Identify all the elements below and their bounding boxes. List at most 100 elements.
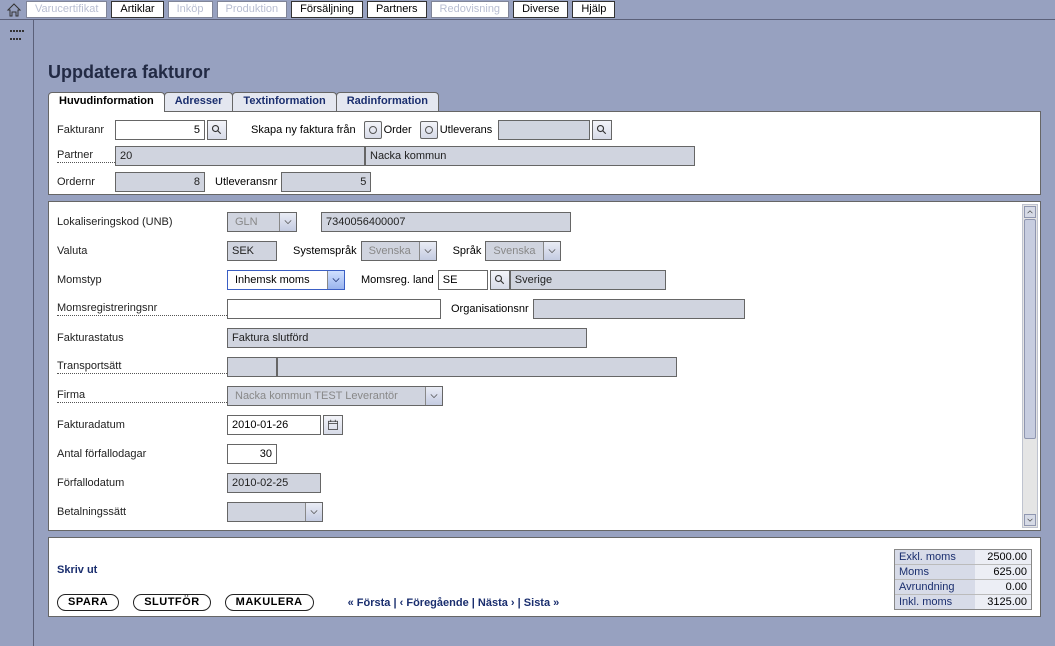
chevron-down-icon [279, 213, 296, 231]
utleverans-label: Utleverans [440, 124, 493, 136]
skapa-ny-faktura-label: Skapa ny faktura från [251, 124, 356, 136]
sprak-label: Språk [453, 245, 482, 257]
fakturastatus [227, 328, 587, 348]
sprak-select: Svenska [485, 241, 561, 261]
scroll-thumb[interactable] [1024, 219, 1036, 439]
transportsatt-code [227, 357, 277, 377]
ordernr [115, 172, 205, 192]
valuta [227, 241, 277, 261]
utleverans-value [498, 120, 590, 140]
systemsprak-label: Systemspråk [293, 245, 357, 257]
footer-panel: Skriv ut SPARA SLUTFÖR MAKULERA « Första… [48, 537, 1041, 617]
order-label: Order [384, 124, 412, 136]
lokaliseringskod-label: Lokaliseringskod (UNB) [57, 216, 227, 228]
totals-exkl-value: 2500.00 [975, 550, 1031, 565]
calendar-icon[interactable] [323, 415, 343, 435]
menu-partners[interactable]: Partners [367, 1, 427, 18]
chevron-down-icon[interactable] [305, 503, 322, 521]
main-panel: Lokaliseringskod (UNB) GLN Valuta System… [48, 201, 1041, 531]
chevron-down-icon [543, 242, 560, 260]
page-title: Uppdatera fakturor [48, 62, 1045, 83]
scroll-down-icon[interactable] [1024, 514, 1036, 526]
fakturanr-input[interactable] [115, 120, 205, 140]
workarea: Uppdatera fakturor Huvudinformation Adre… [34, 20, 1055, 646]
menu-diverse[interactable]: Diverse [513, 1, 568, 18]
momsregnr-input[interactable] [227, 299, 441, 319]
momsreg-land-search-icon[interactable] [490, 270, 510, 290]
partner-id [115, 146, 365, 166]
systemsprak-select: Svenska [361, 241, 437, 261]
tab-adresser[interactable]: Adresser [164, 92, 234, 112]
makulera-button[interactable]: MAKULERA [225, 594, 314, 611]
grip-icon[interactable] [10, 30, 24, 44]
antal-forfallo-label: Antal förfallodagar [57, 448, 227, 460]
menu-forsaljning[interactable]: Försäljning [291, 1, 363, 18]
tab-huvudinformation[interactable]: Huvudinformation [48, 92, 165, 112]
menu-redovisning: Redovisning [431, 1, 510, 18]
radio-utleverans[interactable] [420, 121, 438, 139]
left-sidebar [0, 20, 34, 646]
fakturanr-search-icon[interactable] [207, 120, 227, 140]
top-menubar: Varucertifikat Artiklar Inköp Produktion… [0, 0, 1055, 20]
pager-last[interactable]: Sista [524, 597, 550, 609]
chevron-down-icon[interactable] [327, 271, 344, 289]
momsreg-land-label: Momsreg. land [361, 274, 434, 286]
ordernr-label: Ordernr [57, 176, 115, 188]
tab-radinformation[interactable]: Radinformation [336, 92, 439, 112]
chevron-down-icon [425, 387, 442, 405]
totals-avrund-value: 0.00 [975, 580, 1031, 595]
scroll-up-icon[interactable] [1024, 206, 1036, 218]
spara-button[interactable]: SPARA [57, 594, 119, 611]
betalningssatt-select[interactable] [227, 502, 323, 522]
momstyp-label: Momstyp [57, 274, 227, 286]
utleveransnr [281, 172, 371, 192]
utleveransnr-label: Utleveransnr [215, 176, 277, 188]
momsregnr-label: Momsregistreringsnr [57, 302, 227, 316]
firma-label: Firma [57, 389, 227, 403]
firma-select: Nacka kommun TEST Leverantör [227, 386, 443, 406]
transportsatt-name [277, 357, 677, 377]
pager: « Första | ‹ Föregående | Nästa › | Sist… [348, 597, 560, 609]
pager-next[interactable]: Nästa [478, 597, 508, 609]
totals-inkl-value: 3125.00 [975, 595, 1031, 609]
momstyp-select[interactable]: Inhemsk moms [227, 270, 345, 290]
valuta-label: Valuta [57, 245, 227, 257]
fakturanr-label: Fakturanr [57, 124, 115, 136]
antal-forfallo-input[interactable] [227, 444, 277, 464]
totals-moms-label: Moms [895, 565, 975, 580]
forfallodatum-label: Förfallodatum [57, 477, 227, 489]
transportsatt-label: Transportsätt [57, 360, 227, 374]
ocr-input[interactable] [227, 531, 409, 532]
fakturadatum-input[interactable] [227, 415, 321, 435]
tab-textinformation[interactable]: Textinformation [232, 92, 336, 112]
chevron-down-icon [419, 242, 436, 260]
totals-box: Exkl. moms2500.00 Moms625.00 Avrundning0… [894, 549, 1032, 610]
lok-type-select: GLN [227, 212, 297, 232]
menu-produktion: Produktion [217, 1, 288, 18]
skriv-ut-link[interactable]: Skriv ut [57, 564, 97, 576]
menu-varucertifikat: Varucertifikat [26, 1, 107, 18]
home-icon[interactable] [6, 2, 22, 18]
partner-name [365, 146, 695, 166]
orgnr [533, 299, 745, 319]
fakturadatum-label: Fakturadatum [57, 419, 227, 431]
pager-first[interactable]: Första [357, 597, 391, 609]
partner-label: Partner [57, 149, 115, 163]
momsreg-land-input[interactable] [438, 270, 488, 290]
radio-order[interactable] [364, 121, 382, 139]
menu-artiklar[interactable]: Artiklar [111, 1, 163, 18]
header-panel: Fakturanr Skapa ny faktura från Order Ut… [48, 111, 1041, 195]
orgnr-label: Organisationsnr [451, 303, 529, 315]
totals-avrund-label: Avrundning [895, 580, 975, 595]
totals-exkl-label: Exkl. moms [895, 550, 975, 565]
momsreg-land-name [510, 270, 666, 290]
pager-prev[interactable]: Föregående [406, 597, 468, 609]
utleverans-search-icon[interactable] [592, 120, 612, 140]
menu-inkop: Inköp [168, 1, 213, 18]
totals-moms-value: 625.00 [975, 565, 1031, 580]
lok-value [321, 212, 571, 232]
menu-hjalp[interactable]: Hjälp [572, 1, 615, 18]
tab-bar: Huvudinformation Adresser Textinformatio… [48, 91, 1045, 111]
slutfor-button[interactable]: SLUTFÖR [133, 594, 210, 611]
main-scrollbar[interactable] [1022, 204, 1038, 528]
